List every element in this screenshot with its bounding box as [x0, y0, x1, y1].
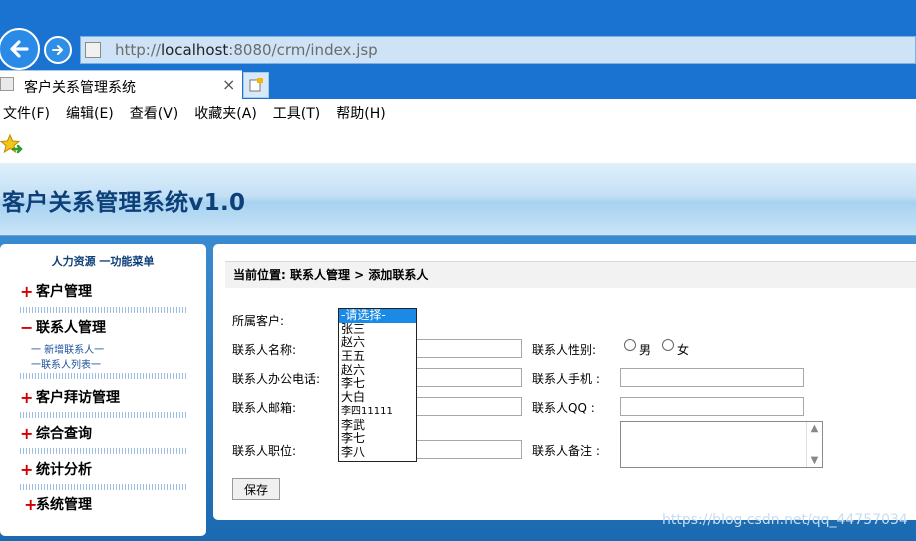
add-favorite-star-icon[interactable] [0, 133, 24, 157]
office-phone-input[interactable] [413, 368, 522, 387]
remark-textarea[interactable]: ▲ ▼ [620, 421, 823, 468]
menu-edit[interactable]: 编辑(E) [66, 103, 114, 123]
mobile-label: 联系人手机 : [532, 372, 600, 386]
gender-female-label: 女 [677, 343, 690, 357]
customer-label: 所属客户: [232, 314, 285, 328]
email-input[interactable] [413, 397, 522, 416]
mobile-input[interactable] [620, 368, 804, 387]
divider [20, 448, 186, 454]
office-phone-label: 联系人办公电话: [232, 372, 321, 386]
forward-arrow-icon [52, 45, 63, 55]
contact-name-input[interactable] [413, 339, 522, 358]
sidebar-item-system[interactable]: + 系统管理 [24, 494, 194, 514]
gender-male-label: 男 [639, 343, 652, 357]
back-button[interactable] [0, 28, 40, 70]
sidebar-item-label: 系统管理 [36, 497, 92, 513]
position-input[interactable] [413, 440, 522, 459]
select-option[interactable]: 赵六 [339, 336, 416, 350]
select-option[interactable]: 李八 [339, 445, 416, 460]
menu-tools[interactable]: 工具(T) [273, 103, 320, 123]
forward-button[interactable] [44, 36, 72, 64]
sidebar-item-query[interactable]: + 综合查询 [20, 423, 190, 443]
sidebar-item-label: 联系人管理 [36, 320, 106, 336]
select-option[interactable]: 张三 [339, 322, 416, 337]
scroll-up-icon[interactable]: ▲ [811, 423, 819, 434]
app-header: 客户关系管理系统v1.0 [0, 163, 916, 236]
sidebar: 人力资源 一功能菜单 + 客户管理 − 联系人管理 一 新增联系人一 一联系人列表一… [0, 244, 206, 536]
gender-female-radio[interactable] [662, 339, 674, 351]
gender-male-radio[interactable] [624, 339, 636, 351]
sidebar-item-label: 客户管理 [36, 284, 92, 300]
scroll-down-icon[interactable]: ▼ [811, 455, 819, 466]
app-title: 客户关系管理系统v1.0 [2, 190, 246, 216]
divider [20, 412, 186, 418]
page-favicon-icon [85, 42, 101, 58]
menu-favorites[interactable]: 收藏夹(A) [194, 103, 257, 123]
collapse-minus-icon: − [20, 317, 34, 337]
sidebar-item-customer[interactable]: + 客户管理 [20, 281, 190, 301]
expand-plus-icon: + [20, 281, 34, 301]
sidebar-item-visits[interactable]: + 客户拜访管理 [20, 387, 190, 407]
sidebar-item-contacts[interactable]: − 联系人管理 [20, 317, 190, 337]
web-page: 客户关系管理系统v1.0 人力资源 一功能菜单 + 客户管理 − 联系人管理 一 新… [0, 163, 916, 541]
position-label: 联系人职位: [232, 444, 297, 458]
new-tab-icon [249, 78, 263, 92]
select-option[interactable]: 王五 [339, 349, 416, 364]
browser-chrome: http://localhost:8080/crm/index.jsp 客户关系… [0, 0, 916, 99]
expand-plus-icon: + [24, 494, 38, 514]
contact-name-label: 联系人名称: [232, 343, 297, 357]
back-arrow-icon [10, 40, 29, 58]
remark-label: 联系人备注 : [532, 444, 600, 458]
save-button[interactable]: 保存 [232, 478, 280, 500]
menu-view[interactable]: 查看(V) [130, 103, 179, 123]
address-bar[interactable]: http://localhost:8080/crm/index.jsp [80, 36, 916, 64]
tab-favicon-icon [0, 77, 14, 91]
sidebar-item-label: 统计分析 [36, 462, 92, 478]
divider [20, 373, 186, 379]
customer-select-dropdown[interactable]: -请选择- 张三 赵六 王五 赵六 李七 大白 李四11111 李武 李七 李八 [338, 308, 417, 462]
sidebar-item-label: 综合查询 [36, 426, 92, 442]
expand-plus-icon: + [20, 423, 34, 443]
qq-label: 联系人QQ : [532, 401, 595, 415]
sidebar-link-contact-list[interactable]: 一联系人列表一 [31, 356, 101, 371]
gender-label: 联系人性别: [532, 343, 597, 357]
sidebar-item-statistics[interactable]: + 统计分析 [20, 459, 190, 479]
breadcrumb: 当前位置: 联系人管理 > 添加联系人 [225, 261, 916, 288]
sidebar-heading: 人力资源 一功能菜单 [51, 255, 155, 268]
expand-plus-icon: + [20, 387, 34, 407]
qq-input[interactable] [620, 397, 804, 416]
sidebar-item-label: 客户拜访管理 [36, 390, 120, 406]
app-body: 人力资源 一功能菜单 + 客户管理 − 联系人管理 一 新增联系人一 一联系人列表一… [0, 236, 916, 541]
browser-tab[interactable]: 客户关系管理系统 × [0, 70, 242, 99]
close-tab-icon[interactable]: × [222, 75, 235, 94]
sidebar-link-add-contact[interactable]: 一 新增联系人一 [31, 341, 104, 356]
menu-file[interactable]: 文件(F) [3, 103, 50, 123]
watermark: https://blog.csdn.net/qq_44757034 [662, 512, 908, 528]
select-option[interactable]: 李四11111 [339, 405, 416, 419]
favorites-bar [0, 127, 916, 163]
expand-plus-icon: + [20, 459, 34, 479]
content-panel: 当前位置: 联系人管理 > 添加联系人 所属客户: 联系人名称: 联系人性别: … [213, 244, 916, 520]
menu-bar: 文件(F) 编辑(E) 查看(V) 收藏夹(A) 工具(T) 帮助(H) [0, 99, 916, 127]
new-tab-button[interactable] [243, 72, 269, 98]
tab-title: 客户关系管理系统 [24, 80, 136, 96]
email-label: 联系人邮箱: [232, 401, 297, 415]
divider [20, 484, 186, 490]
menu-help[interactable]: 帮助(H) [336, 103, 385, 123]
select-option[interactable]: 大白 [339, 390, 416, 405]
divider [20, 307, 186, 313]
select-option[interactable]: 李七 [339, 431, 416, 446]
textarea-scrollbar[interactable]: ▲ ▼ [806, 422, 822, 467]
address-url[interactable]: http://localhost:8080/crm/index.jsp [115, 41, 378, 59]
select-option[interactable]: -请选择- [339, 309, 416, 323]
